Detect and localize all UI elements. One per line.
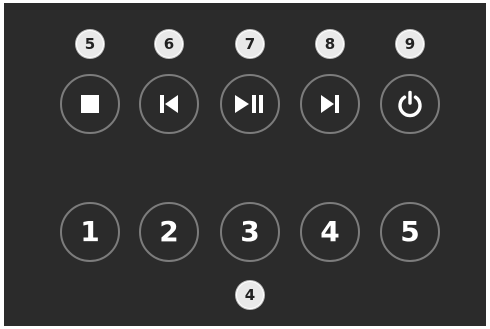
previous-button[interactable] bbox=[139, 74, 199, 134]
preset-button-3[interactable]: 3 bbox=[220, 202, 280, 262]
preset-label-5: 5 bbox=[400, 215, 420, 248]
callout-stop: 5 bbox=[76, 30, 104, 58]
callout-presets: 4 bbox=[236, 281, 264, 309]
preset-button-5[interactable]: 5 bbox=[380, 202, 440, 262]
preset-label-3: 3 bbox=[240, 215, 260, 248]
callout-previous: 6 bbox=[155, 30, 183, 58]
callout-play-pause: 7 bbox=[236, 30, 264, 58]
stop-icon bbox=[81, 95, 99, 113]
preset-label-1: 1 bbox=[80, 215, 100, 248]
skip-previous-icon bbox=[160, 95, 178, 113]
preset-label-2: 2 bbox=[159, 215, 179, 248]
skip-next-icon bbox=[321, 95, 339, 113]
preset-button-4[interactable]: 4 bbox=[300, 202, 360, 262]
preset-label-4: 4 bbox=[320, 215, 340, 248]
preset-button-1[interactable]: 1 bbox=[60, 202, 120, 262]
power-icon bbox=[398, 90, 422, 118]
preset-button-2[interactable]: 2 bbox=[139, 202, 199, 262]
power-button[interactable] bbox=[380, 74, 440, 134]
next-button[interactable] bbox=[300, 74, 360, 134]
callout-next: 8 bbox=[316, 30, 344, 58]
play-pause-button[interactable] bbox=[220, 74, 280, 134]
stop-button[interactable] bbox=[60, 74, 120, 134]
callout-power: 9 bbox=[396, 30, 424, 58]
play-pause-icon bbox=[235, 95, 263, 113]
